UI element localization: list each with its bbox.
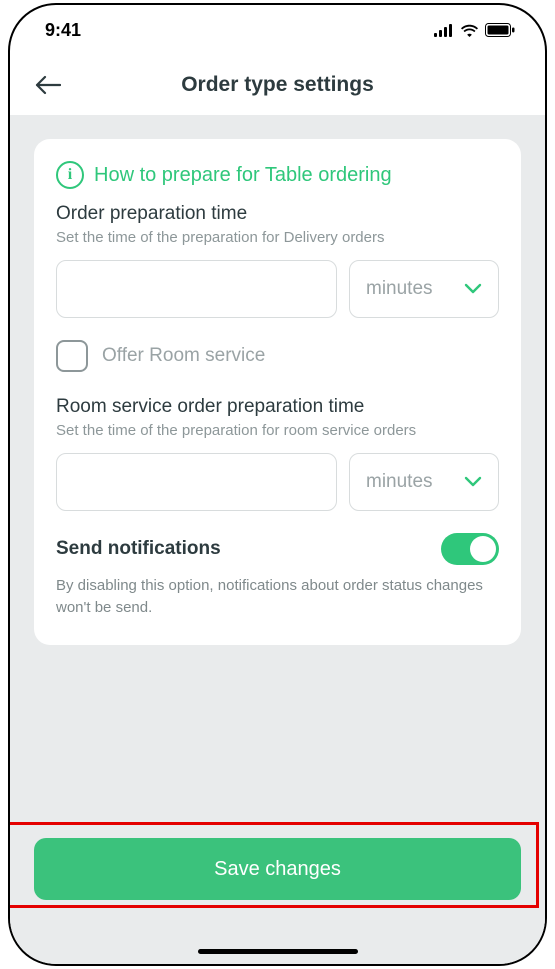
settings-card: i How to prepare for Table ordering Orde…	[34, 139, 521, 645]
room-prep-unit-select[interactable]: minutes	[349, 453, 499, 511]
battery-icon	[485, 23, 515, 37]
info-link-text: How to prepare for Table ordering	[94, 164, 392, 187]
cellular-signal-icon	[434, 24, 454, 37]
prep-time-input[interactable]	[56, 260, 337, 318]
content-area: i How to prepare for Table ordering Orde…	[10, 115, 545, 964]
page-title: Order type settings	[181, 73, 374, 97]
notifications-label: Send notifications	[56, 538, 221, 560]
notifications-toggle[interactable]	[441, 533, 499, 565]
room-prep-label: Room service order preparation time	[56, 396, 499, 418]
room-prep-unit-label: minutes	[366, 471, 433, 493]
save-button[interactable]: Save changes	[34, 838, 521, 900]
info-icon: i	[56, 161, 84, 189]
notifications-desc: By disabling this option, notifications …	[56, 575, 499, 619]
page-header: Order type settings	[10, 55, 545, 115]
info-link[interactable]: i How to prepare for Table ordering	[56, 161, 499, 189]
back-button[interactable]	[30, 67, 66, 103]
status-time: 9:41	[45, 20, 81, 41]
prep-time-unit-select[interactable]: minutes	[349, 260, 499, 318]
save-button-label: Save changes	[214, 858, 341, 881]
room-service-checkbox[interactable]	[56, 340, 88, 372]
room-prep-input[interactable]	[56, 453, 337, 511]
prep-time-desc: Set the time of the preparation for Deli…	[56, 229, 499, 246]
room-service-checkbox-label: Offer Room service	[102, 345, 265, 367]
status-bar: 9:41	[10, 5, 545, 55]
home-indicator	[198, 949, 358, 954]
prep-time-label: Order preparation time	[56, 203, 499, 225]
room-prep-desc: Set the time of the preparation for room…	[56, 422, 499, 439]
wifi-icon	[460, 24, 479, 37]
status-indicators	[434, 23, 515, 37]
prep-time-unit-label: minutes	[366, 278, 433, 300]
chevron-down-icon	[464, 471, 482, 493]
toggle-knob	[470, 536, 496, 562]
arrow-left-icon	[35, 75, 61, 95]
chevron-down-icon	[464, 278, 482, 300]
